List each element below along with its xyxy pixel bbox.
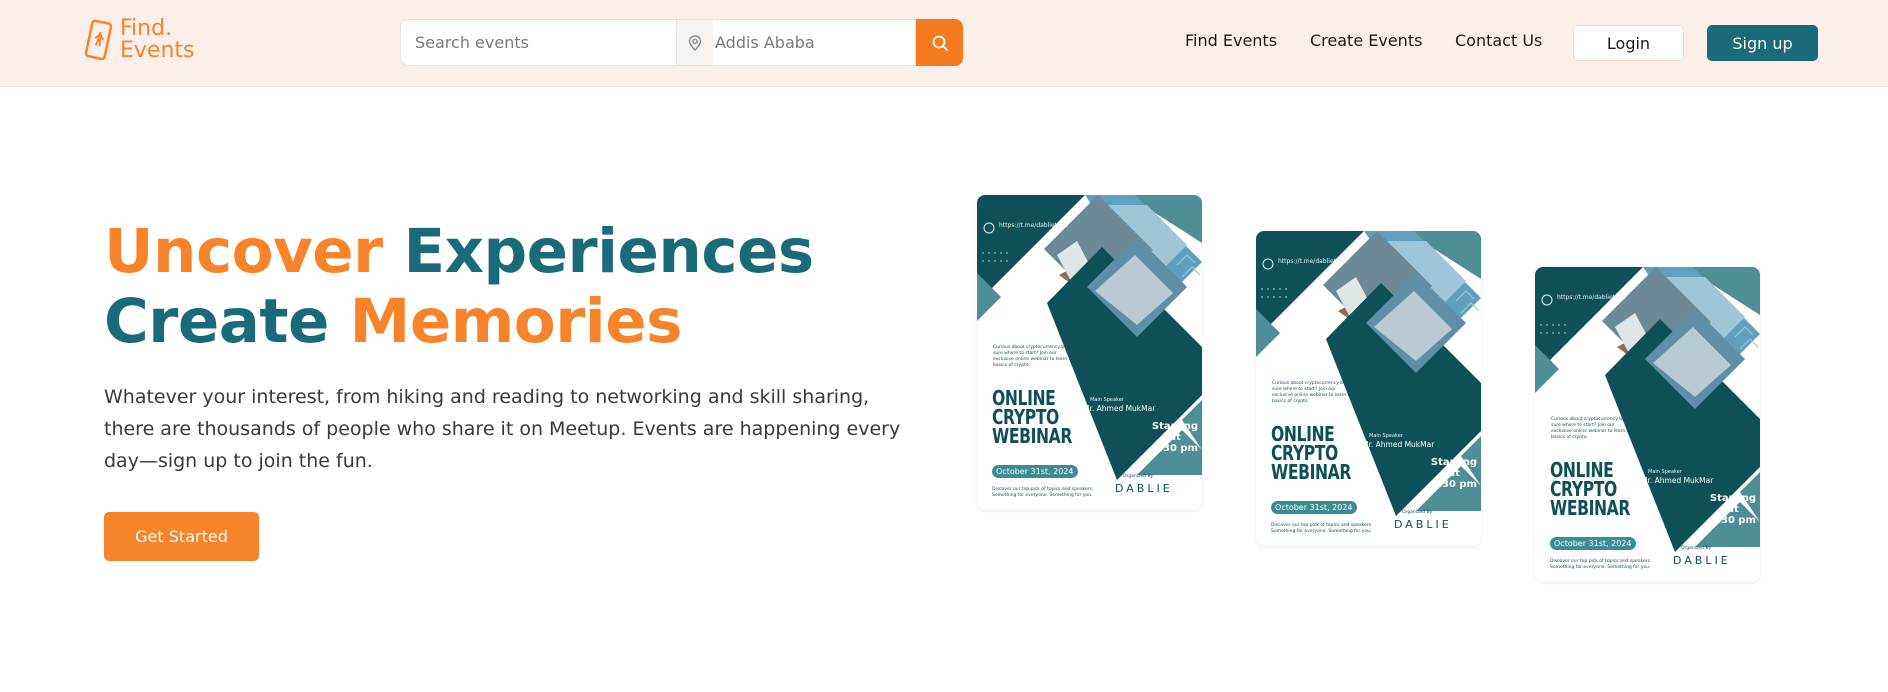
location-field[interactable] <box>676 19 916 66</box>
poster-speaker-name: Mr. Ahmed MukMar <box>1083 404 1156 413</box>
poster-speaker-label: Main Speaker <box>1648 469 1682 475</box>
poster-blurb: Curious about cryptocurrency but not sur… <box>1551 417 1636 440</box>
poster-footer: Discover our top pick of topics and spea… <box>992 487 1094 498</box>
event-poster-card[interactable]: https://t.me/dablietech Curious about cr… <box>977 195 1202 510</box>
poster-time-line: 8:30 pm <box>1152 443 1198 454</box>
hero-title-word: Memories <box>349 286 683 357</box>
poster-footer: Discover our top pick of topics and spea… <box>1271 523 1373 534</box>
poster-title: ONLINE CRYPTO WEBINAR <box>1550 460 1630 520</box>
poster-speaker-name: Mr. Ahmed MukMar <box>1641 476 1714 485</box>
nav-contact-us[interactable]: Contact Us <box>1455 31 1542 50</box>
poster-organizer-label: Organized By <box>1123 474 1154 479</box>
hero-title: Uncover Experiences Create Memories <box>104 217 814 357</box>
site-logo[interactable]: Find. Events <box>82 18 195 64</box>
poster-title-line: WEBINAR <box>992 424 1072 448</box>
logo-line1: Find. <box>120 16 173 41</box>
event-poster-card[interactable]: https://t.me/dablietech Curious about cr… <box>1535 267 1760 582</box>
poster-time: Starting at 8:30 pm <box>1147 421 1202 454</box>
poster-title-line: WEBINAR <box>1550 496 1630 520</box>
top-nav-bar: Find. Events Find Events Create Events C… <box>0 0 1888 87</box>
event-poster-card[interactable]: https://t.me/dablietech Curious about cr… <box>1256 231 1481 546</box>
poster-time-line: Starting at <box>1151 421 1199 443</box>
get-started-button[interactable]: Get Started <box>104 512 259 561</box>
poster-organizer-label: Organized By <box>1402 510 1433 515</box>
hero-description: Whatever your interest, from hiking and … <box>104 386 901 472</box>
poster-time-line: Starting at <box>1430 457 1478 479</box>
search-button[interactable] <box>916 19 963 66</box>
poster-time: Starting at 8:30 pm <box>1705 493 1760 526</box>
poster-date: October 31st, 2024 <box>1550 537 1636 550</box>
poster-brand: DABLIE <box>1673 554 1731 567</box>
poster-blurb: Curious about cryptocurrency but not sur… <box>993 345 1078 368</box>
poster-date: October 31st, 2024 <box>1271 501 1357 514</box>
poster-link: https://t.me/dablietech <box>1278 258 1347 265</box>
hero-title-word: Experiences <box>403 216 815 287</box>
poster-link: https://t.me/dablietech <box>999 222 1068 229</box>
location-pin-icon <box>677 20 713 65</box>
poster-blurb: Curious about cryptocurrency but not sur… <box>1272 381 1357 404</box>
poster-speaker-label: Main Speaker <box>1369 433 1403 439</box>
poster-speaker-label: Main Speaker <box>1090 397 1124 403</box>
search-input[interactable] <box>400 19 676 66</box>
nav-find-events[interactable]: Find Events <box>1185 31 1277 50</box>
poster-organizer-label: Organized By <box>1681 546 1712 551</box>
logo-wordmark: Find. Events <box>120 18 195 62</box>
signup-button[interactable]: Sign up <box>1707 25 1818 61</box>
hero-title-word: Uncover <box>104 216 383 287</box>
poster-time-line: 8:30 pm <box>1431 479 1477 490</box>
poster-time: Starting at 8:30 pm <box>1426 457 1481 490</box>
poster-brand: DABLIE <box>1394 518 1452 531</box>
search-bar <box>400 19 963 66</box>
poster-time-line: 8:30 pm <box>1710 515 1756 526</box>
poster-title: ONLINE CRYPTO WEBINAR <box>1271 424 1351 484</box>
poster-time-line: Starting at <box>1709 493 1757 515</box>
poster-speaker-name: Mr. Ahmed MukMar <box>1362 440 1435 449</box>
location-input[interactable] <box>713 20 915 65</box>
ticket-phone-icon <box>84 19 113 61</box>
logo-line2: Events <box>120 38 195 63</box>
search-icon <box>932 35 948 51</box>
poster-title: ONLINE CRYPTO WEBINAR <box>992 388 1072 448</box>
nav-create-events[interactable]: Create Events <box>1310 31 1422 50</box>
poster-brand: DABLIE <box>1115 482 1173 495</box>
hero-title-word: Create <box>104 286 329 357</box>
poster-link: https://t.me/dablietech <box>1557 294 1626 301</box>
poster-footer: Discover our top pick of topics and spea… <box>1550 559 1652 570</box>
poster-date: October 31st, 2024 <box>992 465 1078 478</box>
poster-title-line: WEBINAR <box>1271 460 1351 484</box>
login-button[interactable]: Login <box>1573 25 1684 61</box>
